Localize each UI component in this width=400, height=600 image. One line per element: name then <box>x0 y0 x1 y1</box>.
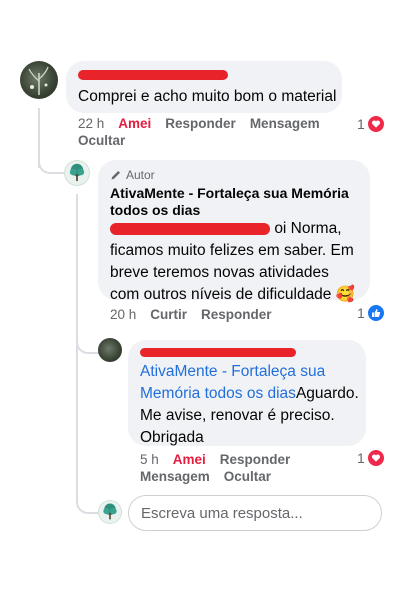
smiling-hearts-emoji: 🥰 <box>335 286 356 303</box>
love-button[interactable]: Amei <box>118 116 151 131</box>
like-icon <box>367 305 384 321</box>
reply-text: AtivaMente - Fortaleça sua Memória todos… <box>140 361 362 449</box>
reply-button[interactable]: Responder <box>201 307 272 322</box>
love-icon <box>367 116 384 132</box>
reply-bubble: Autor AtivaMente - Fortaleça sua Memória… <box>98 160 370 303</box>
avatar-plant-icon <box>28 66 49 95</box>
tree-logo-icon <box>98 500 122 524</box>
reply-input-placeholder: Escreva uma resposta... <box>141 504 303 522</box>
love-button[interactable]: Amei <box>173 452 206 467</box>
author-badge: Autor <box>110 168 155 182</box>
message-button[interactable]: Mensagem <box>140 469 210 484</box>
thread-connector-reply1 <box>38 150 64 174</box>
page-avatar <box>98 500 122 524</box>
reply-author-name[interactable]: AtivaMente - Fortaleça sua Memória todos… <box>110 185 360 219</box>
message-button[interactable]: Mensagem <box>250 116 320 131</box>
reply-bubble: AtivaMente - Fortaleça sua Memória todos… <box>128 340 366 446</box>
comment-text: Comprei e acho muito bom o material <box>78 88 337 105</box>
reaction-summary[interactable]: 1 <box>357 450 384 466</box>
redacted-author-name <box>140 348 296 357</box>
reply-actions: 5 h Amei Responder Mensagem Ocultar <box>140 452 330 484</box>
love-icon <box>367 450 384 466</box>
reply-time[interactable]: 5 h <box>140 452 159 467</box>
like-button[interactable]: Curtir <box>150 307 187 322</box>
reaction-count: 1 <box>357 116 365 132</box>
reply-time[interactable]: 20 h <box>110 307 136 322</box>
reaction-count: 1 <box>357 305 365 321</box>
pencil-icon <box>111 171 120 180</box>
reply-actions: 20 h Curtir Responder <box>110 307 272 322</box>
reply-input[interactable]: Escreva uma resposta... <box>128 495 382 531</box>
comment-actions: 22 h Amei Responder Mensagem Ocultar <box>78 116 346 148</box>
thread-connector-composer <box>76 490 100 514</box>
hide-button[interactable]: Ocultar <box>78 133 125 148</box>
redacted-author-name <box>78 70 228 80</box>
hide-button[interactable]: Ocultar <box>224 469 271 484</box>
reply-text-body: ficamos muito felizes em saber. Em breve… <box>110 242 354 303</box>
thread-connector-reply2 <box>76 320 100 354</box>
tree-logo-icon <box>64 160 90 186</box>
reaction-summary[interactable]: 1 <box>357 116 384 132</box>
avatar[interactable] <box>20 61 58 99</box>
reply-text: oi Norma, ficamos muito felizes em saber… <box>110 218 362 306</box>
page-avatar[interactable] <box>64 160 90 186</box>
comment-bubble: Comprei e acho muito bom o material <box>66 61 342 113</box>
reaction-count: 1 <box>357 450 365 466</box>
reply-button[interactable]: Responder <box>165 116 236 131</box>
avatar[interactable] <box>98 338 122 362</box>
redacted-mention <box>110 222 270 235</box>
author-badge-label: Autor <box>126 168 155 182</box>
comment-time[interactable]: 22 h <box>78 116 104 131</box>
reply-text-line1: oi Norma, <box>274 220 342 237</box>
reaction-summary[interactable]: 1 <box>357 305 384 321</box>
reply-button[interactable]: Responder <box>220 452 291 467</box>
